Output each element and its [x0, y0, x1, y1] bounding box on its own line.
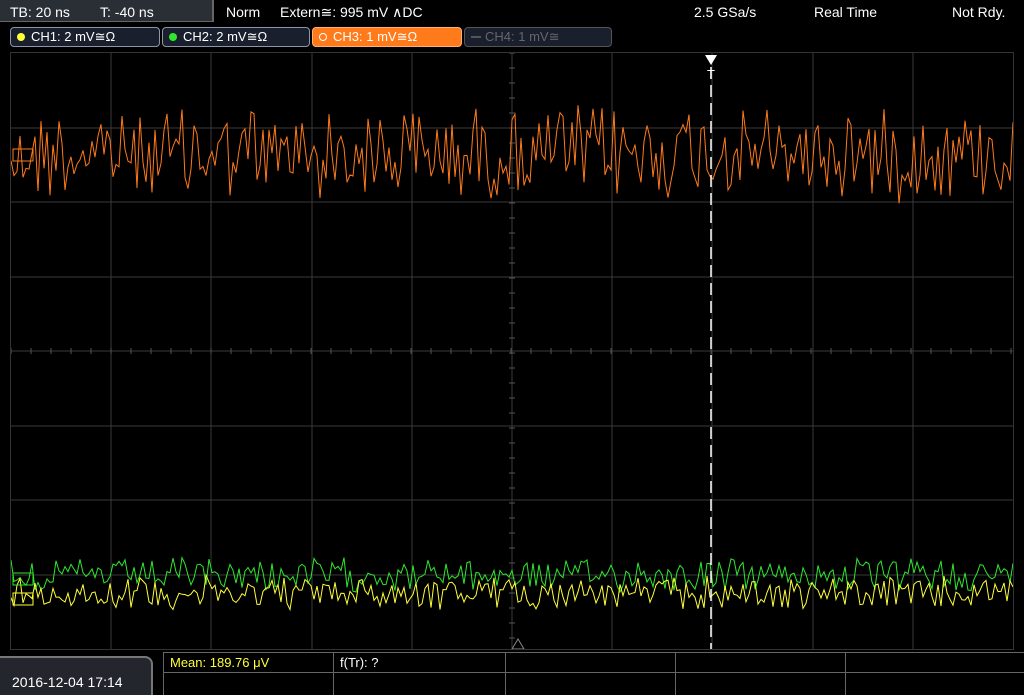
channel-bar: CH1: 2 mV≅Ω CH2: 2 mV≅Ω CH3: 1 mV≅Ω CH4:… — [0, 24, 1024, 51]
mean-measurement: Mean: 189.76 μV — [170, 655, 270, 670]
trigger-marker-label: T — [707, 67, 715, 82]
grid-lines — [11, 53, 1013, 649]
channel-3-label: CH3: 1 mV≅Ω — [333, 29, 418, 44]
meas-col-divider — [505, 652, 506, 695]
channel-3-button[interactable]: CH3: 1 mV≅Ω — [312, 27, 462, 47]
timebase-box[interactable]: TB: 20 ns T: -40 ns — [0, 0, 214, 22]
acquisition-status-label: Not Rdy. — [952, 4, 1006, 20]
timebase-label: TB: 20 ns — [10, 4, 70, 20]
channel-1-label: CH1: 2 mV≅Ω — [31, 29, 116, 44]
trigger-arrow-icon[interactable] — [705, 55, 717, 65]
waveform-display[interactable]: T — [10, 52, 1014, 650]
trigger-time-label: T: -40 ns — [100, 4, 154, 20]
meas-col-divider — [845, 652, 846, 695]
waveform-graticule: T — [11, 53, 1013, 649]
channel-2-dot-icon — [169, 33, 177, 41]
channel-4-button[interactable]: CH4: 1 mV≅ — [464, 27, 612, 47]
datetime-box: 2016-12-04 17:14 — [0, 656, 153, 695]
horizontal-position-marker-icon — [511, 638, 525, 649]
meas-col-divider — [333, 652, 334, 695]
datetime-label: 2016-12-04 17:14 — [12, 674, 123, 690]
trigger-mode-label[interactable]: Norm — [226, 4, 260, 20]
meas-top-border — [163, 652, 1024, 653]
frequency-measurement: f(Tr): ? — [340, 655, 379, 670]
trigger-source-label[interactable]: Extern≅: 995 mV ∧DC — [280, 4, 423, 21]
channel-4-label: CH4: 1 mV≅ — [485, 29, 560, 44]
channel-2-label: CH2: 2 mV≅Ω — [183, 29, 268, 44]
status-bar: TB: 20 ns T: -40 ns Norm Extern≅: 995 mV… — [0, 0, 1024, 24]
meas-col-divider — [675, 652, 676, 695]
channel-3-offset-marker[interactable] — [12, 148, 34, 162]
channel-1-button[interactable]: CH1: 2 mV≅Ω — [10, 27, 160, 47]
meas-row-divider — [163, 672, 1024, 673]
acquisition-mode-label: Real Time — [814, 4, 878, 20]
meas-left-border — [163, 652, 164, 695]
channel-1-dot-icon — [17, 33, 25, 41]
measurement-panel[interactable] — [163, 652, 1024, 695]
channel-2-button[interactable]: CH2: 2 mV≅Ω — [162, 27, 310, 47]
channel-3-dot-icon — [319, 33, 327, 41]
sample-rate-label: 2.5 GSa/s — [694, 4, 757, 20]
channel-4-dash-icon — [471, 36, 481, 38]
